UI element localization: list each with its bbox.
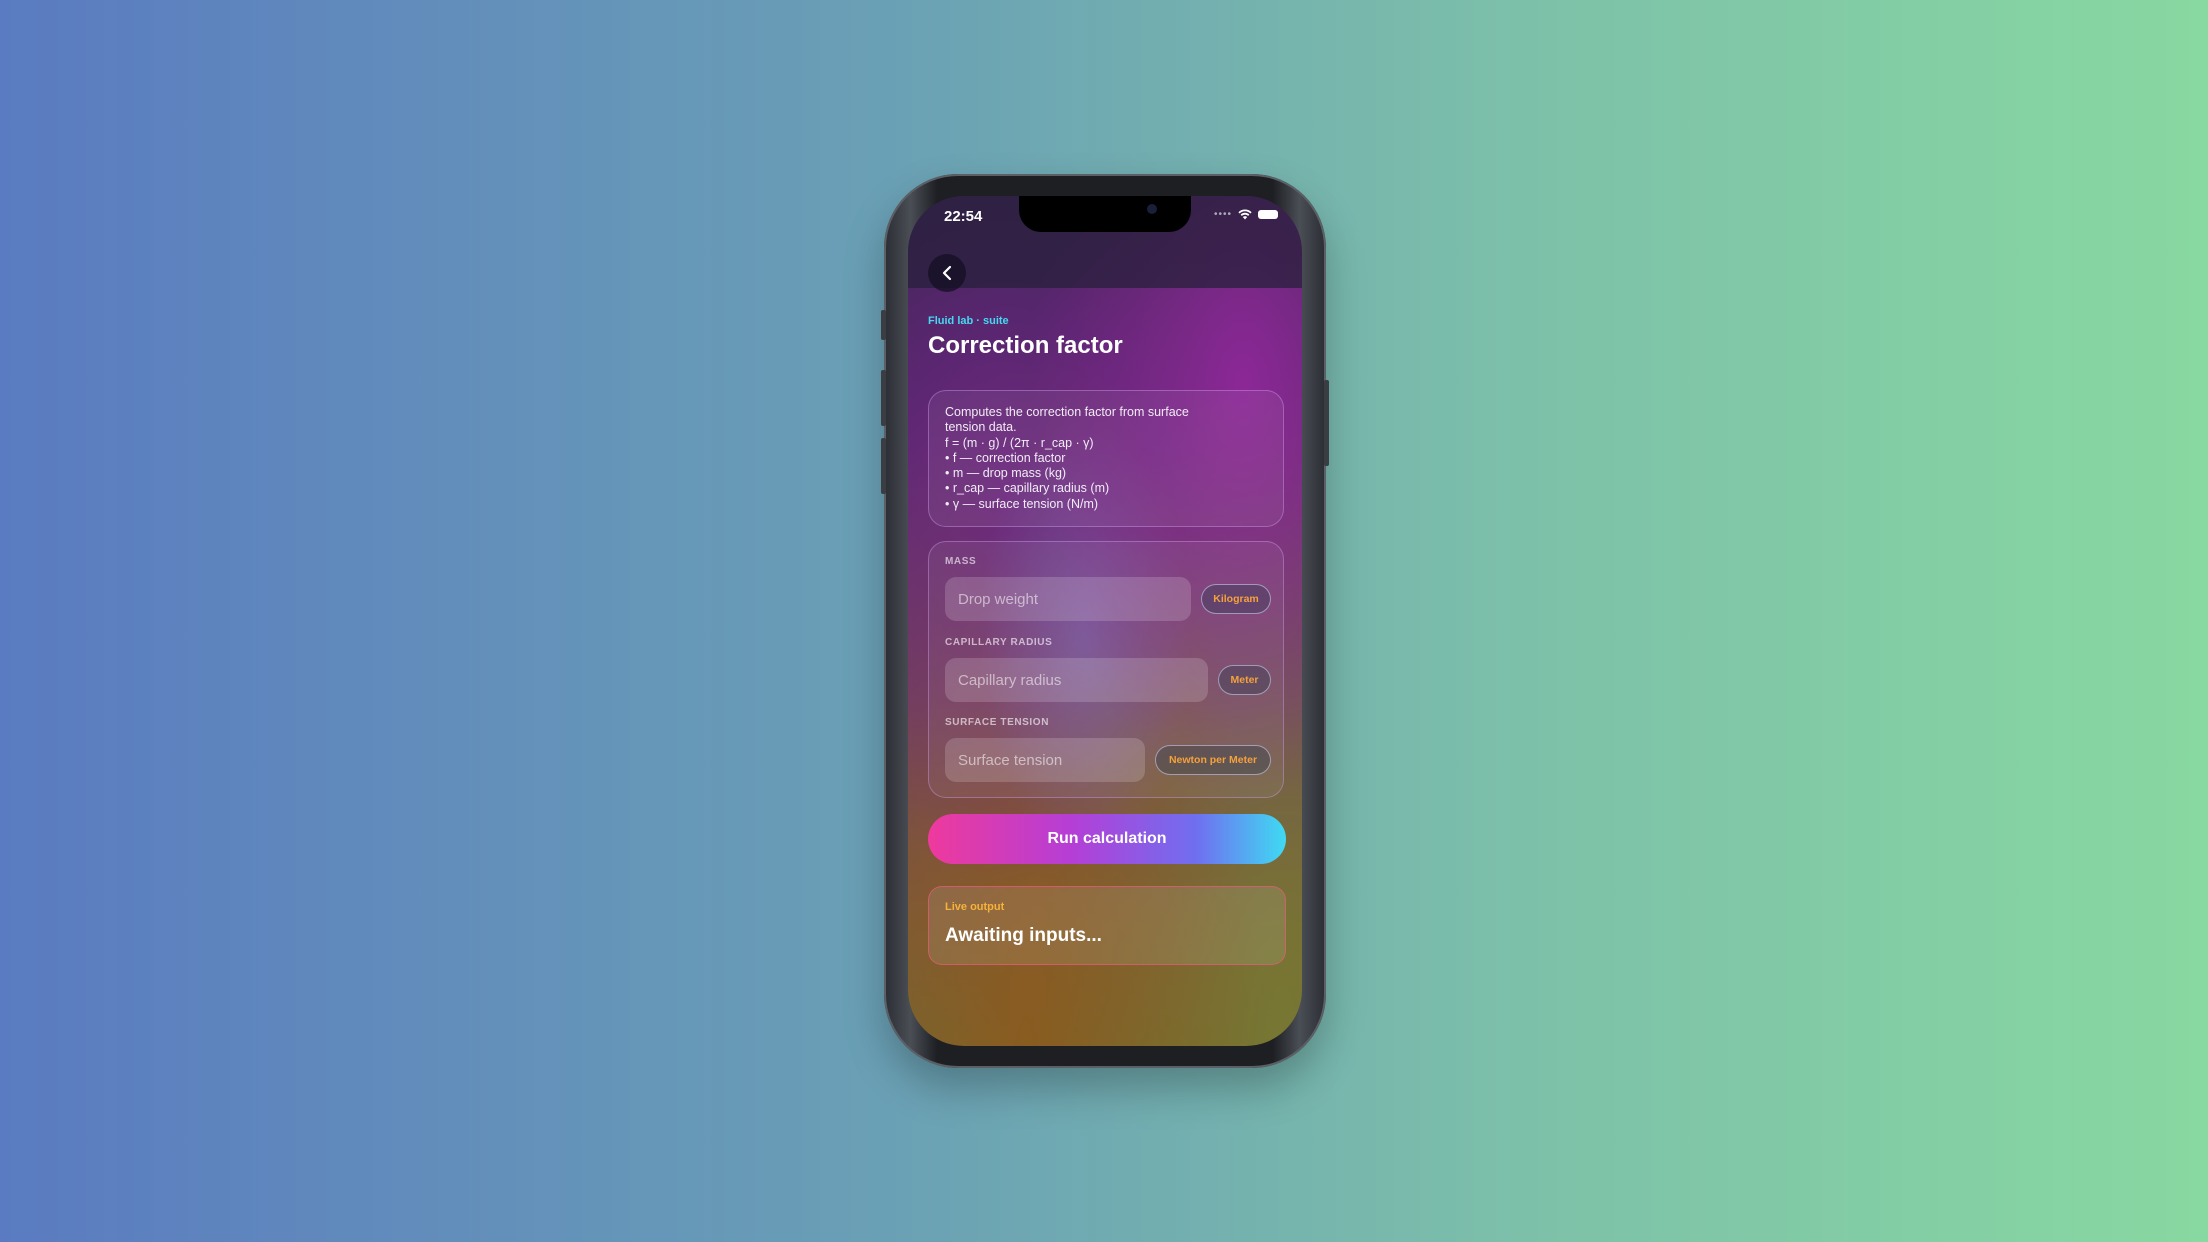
description-line: Computes the correction factor from surf… (945, 405, 1189, 419)
inputs-card: MASS Drop weight Kilogram CAPILLARY RADI… (928, 541, 1284, 798)
status-icons: •••• (1214, 209, 1278, 220)
mass-unit-button[interactable]: Kilogram (1201, 584, 1271, 614)
formula-line: f = (m · g) / (2π · r_cap · γ) (945, 435, 1094, 450)
mute-switch (881, 310, 886, 340)
back-button[interactable] (928, 254, 966, 292)
description-line: tension data. (945, 420, 1017, 435)
page-title: Correction factor (928, 332, 1123, 359)
output-value: Awaiting inputs... (945, 925, 1102, 946)
wifi-icon (1238, 209, 1252, 220)
notch (1019, 196, 1191, 232)
description-line: • m — drop mass (kg) (945, 466, 1067, 481)
app-screen: 22:54 •••• Fluid lab · suite Correction … (908, 196, 1302, 1046)
capillary-radius-unit-button[interactable]: Meter (1218, 665, 1271, 695)
surface-tension-label: SURFACE TENSION (945, 717, 1050, 728)
volume-up-button (881, 370, 886, 426)
cellular-dots-icon: •••• (1213, 209, 1232, 220)
status-time: 22:54 (944, 208, 983, 225)
mass-label: MASS (945, 556, 977, 567)
surface-tension-unit-button[interactable]: Newton per Meter (1155, 745, 1271, 775)
run-calculation-button[interactable]: Run calculation (928, 814, 1286, 864)
output-card: Live output Awaiting inputs... (928, 886, 1286, 965)
chevron-left-icon (942, 265, 952, 281)
mass-input[interactable]: Drop weight (945, 577, 1191, 621)
section-eyebrow: Fluid lab · suite (928, 315, 1009, 327)
front-camera (1147, 204, 1157, 214)
description-line: • γ — surface tension (N/m) (945, 496, 1099, 511)
battery-icon (1258, 210, 1278, 219)
description-line: • r_cap — capillary radius (m) (945, 481, 1110, 496)
volume-down-button (881, 438, 886, 494)
description-line: • f — correction factor (945, 450, 1066, 465)
surface-tension-input[interactable]: Surface tension (945, 738, 1145, 782)
capillary-radius-input[interactable]: Capillary radius (945, 658, 1208, 702)
description-card: Computes the correction factor from surf… (928, 390, 1284, 527)
capillary-radius-label: CAPILLARY RADIUS (945, 637, 1053, 648)
output-label: Live output (945, 901, 1005, 913)
side-button (1324, 380, 1329, 466)
phone-frame: 22:54 •••• Fluid lab · suite Correction … (881, 174, 1329, 1068)
